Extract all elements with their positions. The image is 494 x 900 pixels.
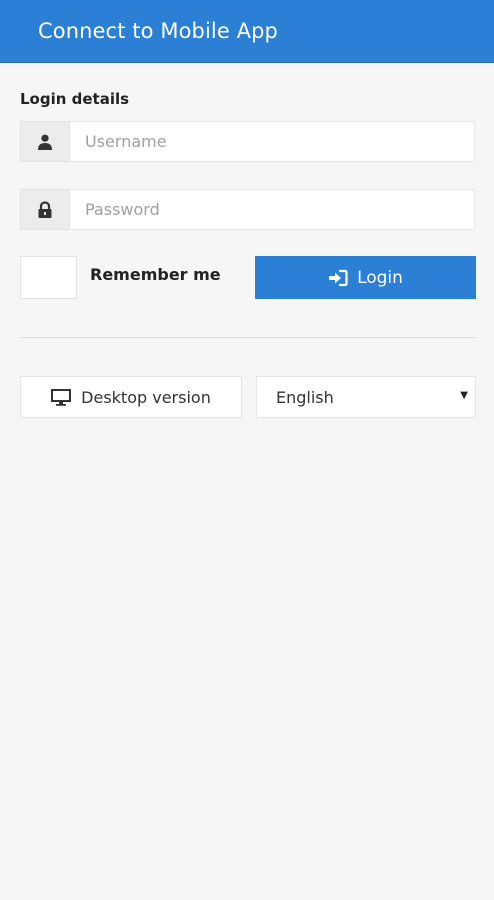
- monitor-icon: [51, 388, 72, 406]
- app-title: Connect to Mobile App: [38, 19, 278, 43]
- password-group: [20, 189, 475, 230]
- password-addon: [20, 189, 70, 230]
- remember-me-label: Remember me: [90, 265, 221, 284]
- login-button[interactable]: Login: [255, 256, 476, 299]
- language-selected: English: [276, 388, 334, 407]
- sign-in-icon: [328, 269, 348, 287]
- login-details-heading: Login details: [20, 90, 130, 108]
- lock-icon: [37, 200, 53, 219]
- login-button-label: Login: [357, 267, 403, 288]
- remember-me-checkbox[interactable]: [20, 256, 77, 299]
- username-addon: [20, 121, 70, 162]
- app-header: Connect to Mobile App: [0, 0, 494, 63]
- desktop-version-label: Desktop version: [81, 387, 211, 407]
- password-input[interactable]: [70, 189, 475, 230]
- user-icon: [36, 133, 54, 151]
- desktop-version-button[interactable]: Desktop version: [20, 376, 242, 418]
- username-group: [20, 121, 475, 162]
- language-select[interactable]: English ▼: [256, 376, 476, 418]
- caret-down-icon: ▼: [460, 390, 468, 401]
- divider: [20, 337, 476, 338]
- username-input[interactable]: [70, 121, 475, 162]
